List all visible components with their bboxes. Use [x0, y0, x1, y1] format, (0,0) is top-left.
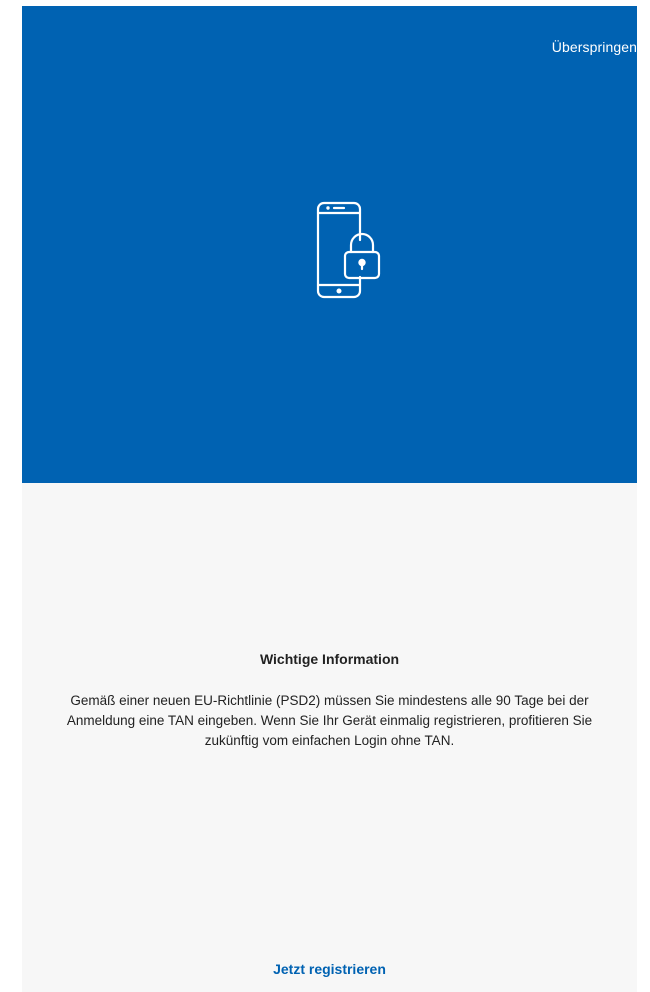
phone-lock-icon	[316, 201, 381, 299]
onboarding-screen: Überspringen Wichtige Information Gemäß …	[22, 6, 637, 992]
info-body: Gemäß einer neuen EU-Richtlinie (PSD2) m…	[66, 693, 593, 748]
hero-banner: Überspringen	[22, 6, 637, 483]
register-button[interactable]: Jetzt registrieren	[22, 961, 637, 977]
skip-button[interactable]: Überspringen	[552, 39, 637, 55]
info-title: Wichtige Information	[259, 651, 400, 667]
